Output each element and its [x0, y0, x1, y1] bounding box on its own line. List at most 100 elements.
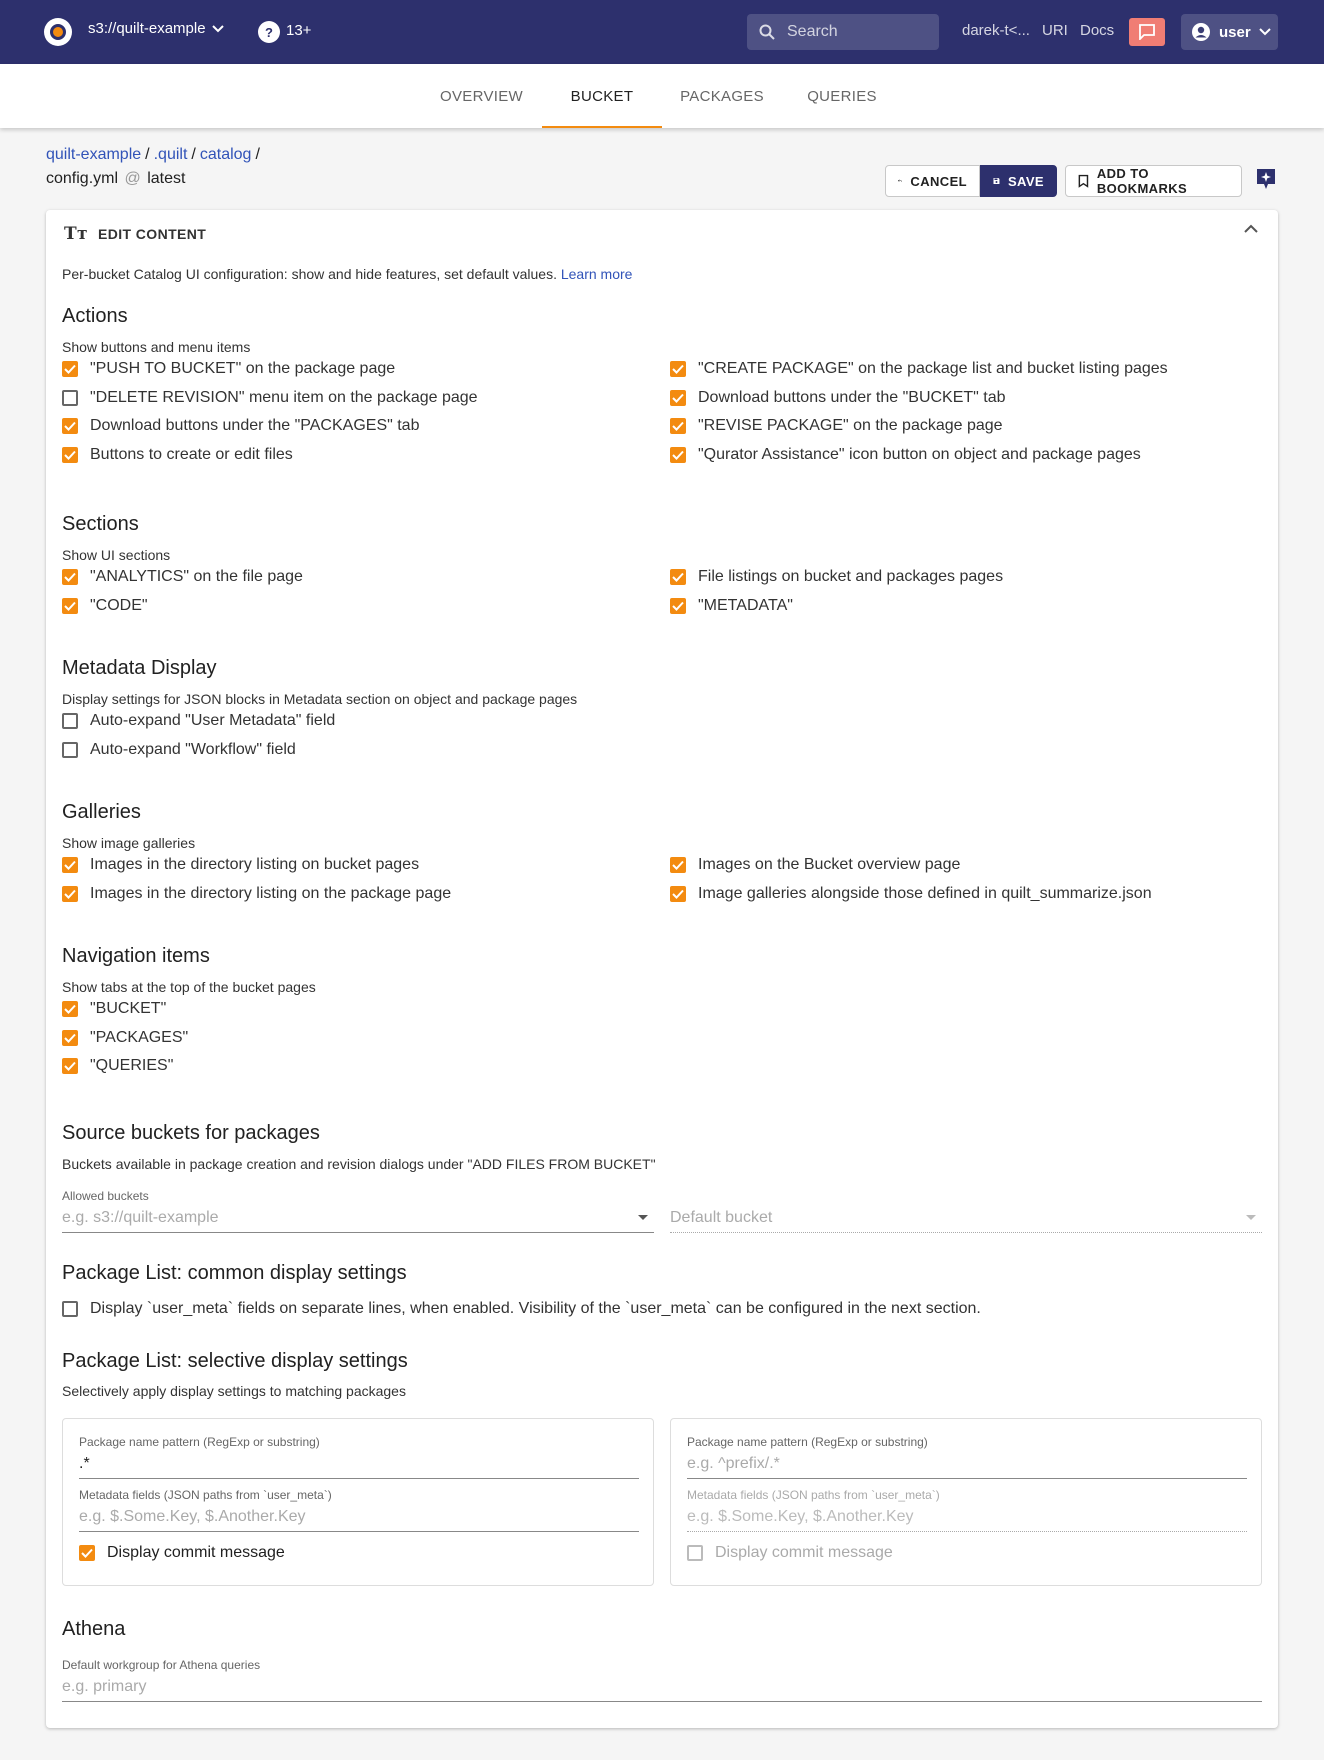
edit-actions: CANCEL SAVE	[885, 165, 1057, 197]
metadata-display-checkbox-1[interactable]: Auto-expand "User Metadata" field	[62, 712, 335, 730]
navigation-checkbox-1[interactable]: "BUCKET"	[62, 1000, 166, 1018]
package-pattern-input[interactable]: e.g. ^prefix/.*	[687, 1449, 1247, 1479]
actions-left-checkbox-4[interactable]: Buttons to create or edit files	[62, 446, 293, 464]
metadata-display-checkbox-2[interactable]: Auto-expand "Workflow" field	[62, 741, 296, 759]
allowed-buckets-input[interactable]: e.g. s3://quilt-example	[62, 1203, 654, 1233]
question-icon[interactable]: ?	[258, 21, 280, 43]
card-header[interactable]: Tт EDIT CONTENT	[64, 224, 206, 244]
checkbox-checked-icon	[670, 597, 686, 614]
checkbox-label: "METADATA"	[698, 596, 793, 614]
nav-link-uri[interactable]: URI	[1042, 22, 1068, 39]
metadata-display-subtitle: Display settings for JSON blocks in Meta…	[62, 691, 578, 707]
account-circle-icon	[1192, 23, 1210, 41]
package-list-selective-subtitle: Selectively apply display settings to ma…	[62, 1383, 406, 1399]
galleries-right-checkbox-1[interactable]: Images on the Bucket overview page	[670, 856, 960, 874]
search-box[interactable]	[747, 14, 939, 50]
athena-workgroup-label: Default workgroup for Athena queries	[62, 1658, 261, 1672]
actions-right-checkbox-4[interactable]: "Qurator Assistance" icon button on obje…	[670, 446, 1141, 464]
checkbox-checked-icon	[79, 1545, 95, 1561]
checkbox-label: "REVISE PACKAGE" on the package page	[698, 417, 1003, 435]
checkbox-checked-icon	[62, 597, 78, 614]
actions-left-checkbox-3[interactable]: Download buttons under the "PACKAGES" ta…	[62, 417, 419, 435]
navigation-checkbox-2[interactable]: "PACKAGES"	[62, 1029, 188, 1047]
sections-right-checkbox-2[interactable]: "METADATA"	[670, 597, 793, 615]
metadata-fields-field[interactable]: Metadata fields (JSON paths from `user_m…	[79, 1488, 639, 1532]
checkbox-label: Images on the Bucket overview page	[698, 856, 961, 873]
checkbox-label: Download buttons under the "PACKAGES" ta…	[90, 417, 420, 435]
file-name: config.yml	[46, 170, 119, 187]
checkbox-checked-icon	[670, 418, 686, 435]
checkbox-label: Display commit message	[715, 1544, 893, 1561]
checkbox-label: Download buttons under the "BUCKET" tab	[698, 388, 1006, 406]
galleries-left-checkbox-1[interactable]: Images in the directory listing on bucke…	[62, 856, 419, 874]
checkbox-blank-icon	[62, 713, 78, 729]
package-pattern-field[interactable]: Package name pattern (RegExp or substrin…	[79, 1435, 639, 1479]
package-pattern-input[interactable]: .*	[79, 1449, 639, 1479]
package-pattern-field[interactable]: Package name pattern (RegExp or substrin…	[687, 1435, 1247, 1479]
checkbox-checked-icon	[670, 361, 686, 377]
athena-workgroup-field[interactable]: Default workgroup for Athena queries e.g…	[62, 1658, 1262, 1702]
checkbox-label: "ANALYTICS" on the file page	[90, 568, 303, 585]
tab-queries[interactable]: QUERIES	[782, 64, 902, 128]
breadcrumb-link-catalog[interactable]: catalog	[200, 146, 252, 163]
learn-more-link[interactable]: Learn more	[561, 266, 633, 282]
breadcrumb-link-bucket[interactable]: quilt-example	[46, 146, 141, 163]
checkbox-checked-icon	[62, 1001, 78, 1017]
actions-left-checkbox-1[interactable]: "PUSH TO BUCKET" on the package page	[62, 360, 395, 378]
galleries-right-checkbox-2[interactable]: Image galleries alongside those defined …	[670, 885, 1152, 903]
checkbox-label: Display commit message	[107, 1544, 285, 1561]
metadata-fields-label: Metadata fields (JSON paths from `user_m…	[79, 1488, 332, 1502]
breadcrumb-link-quilt[interactable]: .quilt	[154, 146, 188, 163]
sections-left-checkbox-1[interactable]: "ANALYTICS" on the file page	[62, 568, 303, 586]
actions-right-checkbox-1[interactable]: "CREATE PACKAGE" on the package list and…	[670, 360, 1168, 378]
checkbox-label: Images in the directory listing on the p…	[90, 884, 452, 902]
sections-right-checkbox-1[interactable]: File listings on bucket and packages pag…	[670, 568, 1003, 586]
actions-right-checkbox-2[interactable]: Download buttons under the "BUCKET" tab	[670, 389, 1006, 407]
source-buckets-subtitle: Buckets available in package creation an…	[62, 1156, 656, 1172]
nav-link-profile[interactable]: darek-t<...	[962, 22, 1030, 39]
cancel-button[interactable]: CANCEL	[885, 165, 980, 197]
intro-text: Per-bucket Catalog UI configuration: sho…	[62, 266, 632, 282]
checkbox-checked-icon	[670, 885, 686, 902]
save-button[interactable]: SAVE	[980, 165, 1057, 197]
quilt-logo-icon[interactable]	[44, 18, 72, 46]
athena-workgroup-input[interactable]: e.g. primary	[62, 1672, 1262, 1702]
bucket-selector[interactable]: s3://quilt-example	[88, 20, 224, 37]
search-input[interactable]	[787, 23, 927, 41]
card-title: EDIT CONTENT	[97, 226, 207, 242]
checkbox-checked-icon	[670, 857, 686, 873]
text-fields-icon: Tт	[64, 224, 88, 244]
user-menu-button[interactable]: user	[1181, 14, 1278, 50]
tab-overview[interactable]: OVERVIEW	[424, 64, 539, 128]
nav-link-docs[interactable]: Docs	[1080, 22, 1114, 39]
chevron-up-icon[interactable]	[1244, 224, 1258, 233]
user-meta-separate-lines-checkbox[interactable]: Display `user_meta` fields on separate l…	[62, 1300, 981, 1318]
checkbox-label: Auto-expand "User Metadata" field	[90, 712, 336, 729]
tab-packages[interactable]: PACKAGES	[662, 64, 782, 128]
actions-right-checkbox-3[interactable]: "REVISE PACKAGE" on the package page	[670, 417, 1003, 435]
galleries-left-checkbox-2[interactable]: Images in the directory listing on the p…	[62, 885, 451, 903]
sections-left-checkbox-2[interactable]: "CODE"	[62, 597, 148, 615]
metadata-fields-input[interactable]: e.g. $.Some.Key, $.Another.Key	[79, 1502, 639, 1532]
checkbox-checked-icon	[670, 446, 686, 463]
allowed-buckets-select[interactable]: Allowed buckets e.g. s3://quilt-example	[62, 1189, 654, 1233]
add-to-bookmarks-button[interactable]: ADD TO BOOKMARKS	[1065, 165, 1242, 197]
navigation-checkbox-3[interactable]: "QUERIES"	[62, 1057, 173, 1075]
chat-button[interactable]	[1129, 18, 1165, 46]
sections-title: Sections	[62, 513, 139, 535]
checkbox-checked-icon	[670, 569, 686, 585]
qurator-assistant-icon[interactable]	[1256, 168, 1276, 190]
checkbox-checked-icon	[62, 446, 78, 463]
metadata-fields-input: e.g. $.Some.Key, $.Another.Key	[687, 1502, 1247, 1532]
file-version[interactable]: latest	[147, 170, 185, 187]
chevron-down-icon	[1258, 28, 1271, 36]
checkbox-blank-icon	[62, 1301, 78, 1317]
display-commit-message-checkbox[interactable]: Display commit message	[79, 1544, 285, 1562]
default-bucket-input: Default bucket	[670, 1203, 1262, 1233]
checkbox-label: Buttons to create or edit files	[90, 445, 293, 463]
cancel-label: CANCEL	[910, 173, 967, 189]
actions-left-checkbox-2[interactable]: "DELETE REVISION" menu item on the packa…	[62, 389, 478, 407]
file-path: config.yml @ latest	[46, 170, 185, 188]
athena-title: Athena	[62, 1618, 126, 1640]
tab-bucket[interactable]: BUCKET	[542, 64, 662, 128]
